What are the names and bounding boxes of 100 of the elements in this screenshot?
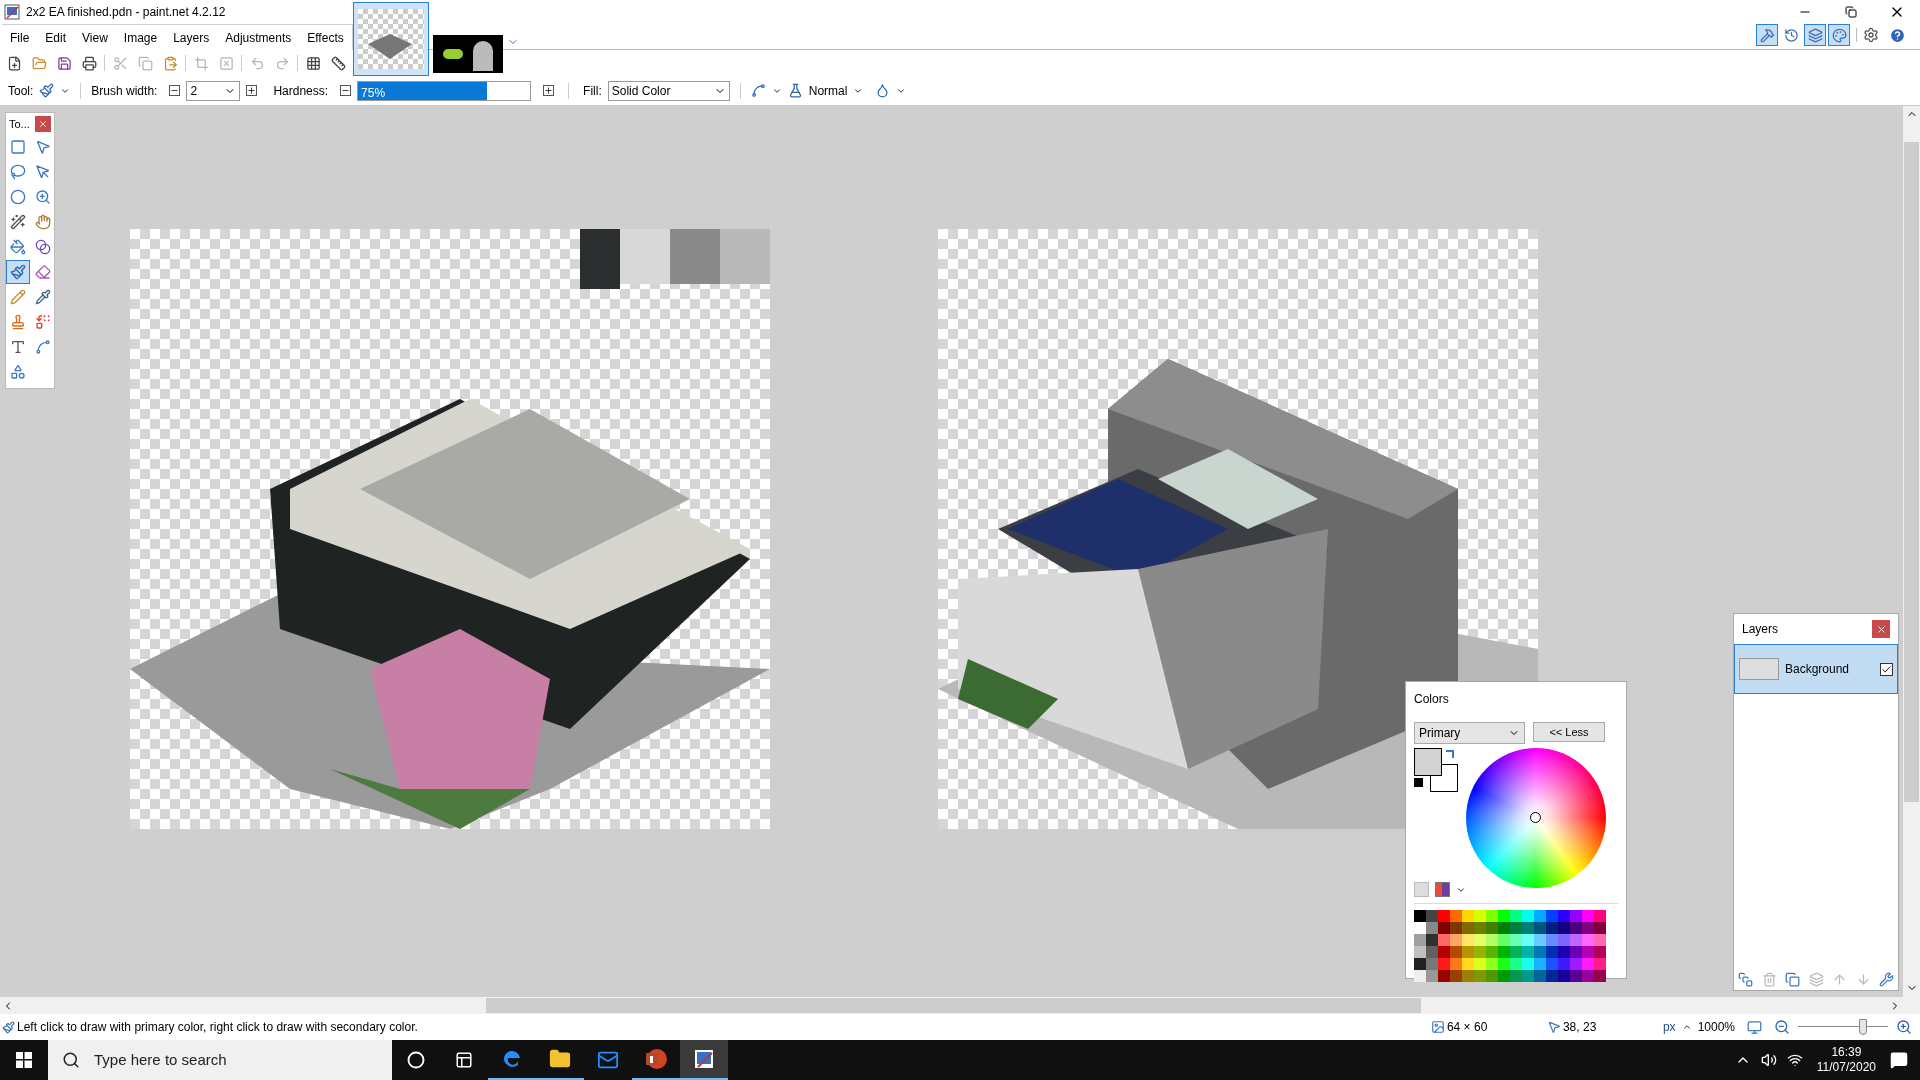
image-tab[interactable]	[433, 35, 503, 73]
visibility-checkbox[interactable]	[1880, 662, 1893, 676]
task-view-icon	[455, 1051, 473, 1069]
network-icon[interactable]	[1786, 1052, 1803, 1068]
menu-item[interactable]: Image	[115, 25, 166, 50]
decrease-icon[interactable]	[340, 85, 352, 96]
hardness-label: Hardness:	[273, 82, 329, 100]
close-button[interactable]	[1872, 620, 1890, 638]
outline-pointer-icon	[34, 164, 51, 180]
crop-icon	[193, 55, 209, 71]
move-pointer-icon	[34, 139, 51, 155]
zoom-slider-thumb[interactable]	[1858, 1019, 1867, 1035]
deselect-icon	[218, 55, 234, 71]
increase-icon[interactable]	[246, 85, 258, 96]
notifications-icon[interactable]	[1890, 1051, 1908, 1069]
taskbar-search-field[interactable]: Type here to search	[48, 1040, 392, 1080]
help-icon[interactable]	[1889, 26, 1906, 44]
horizontal-scrollbar[interactable]	[0, 997, 1903, 1014]
zoom-icon	[34, 189, 51, 205]
pixel-art-canvas[interactable]	[130, 229, 770, 829]
curve-icon	[34, 339, 51, 355]
menu-item[interactable]: Edit	[37, 25, 75, 50]
zoom-out-icon[interactable]	[1774, 1019, 1790, 1035]
taskbar-clock[interactable]: 16:39 11/07/2020	[1816, 1045, 1876, 1075]
zoom-in-icon[interactable]	[1896, 1019, 1912, 1035]
taskbar-app[interactable]	[680, 1040, 728, 1080]
panel-title: Layers	[1742, 621, 1779, 638]
panel-title: Colors	[1414, 691, 1450, 708]
volume-icon[interactable]	[1760, 1052, 1777, 1068]
recolor-icon	[34, 314, 51, 330]
menu-item[interactable]: Adjustments	[217, 25, 300, 50]
status-hint: Left click to draw with primary color, right click to draw with secondary color.	[17, 1019, 418, 1036]
lasso-icon	[10, 164, 26, 180]
mail-icon	[597, 1049, 619, 1071]
hardness-slider-field[interactable]: 75%	[357, 80, 532, 101]
text-icon	[10, 339, 26, 355]
menu-item[interactable]: View	[74, 25, 116, 50]
duplicate-layer-icon[interactable]	[1785, 971, 1800, 987]
shapes-icon	[10, 364, 26, 380]
layer-thumbnail	[1739, 658, 1779, 680]
primary-color-swatch[interactable]	[1414, 748, 1442, 776]
pixel-art-canvas[interactable]	[938, 229, 1538, 829]
close-button[interactable]	[35, 116, 51, 132]
palette-icon	[1831, 27, 1847, 43]
brush-width-field[interactable]: 2	[186, 80, 241, 101]
flask-icon[interactable]	[787, 83, 803, 98]
folder-icon	[549, 1048, 571, 1070]
pencil-icon	[10, 289, 26, 305]
layers-icon	[1807, 27, 1823, 43]
zoom-slider[interactable]	[1798, 1019, 1888, 1035]
image-size-icon	[1430, 1020, 1445, 1034]
zoom-level[interactable]: 1000%	[1697, 1018, 1735, 1036]
app-icon	[4, 4, 20, 20]
vertical-scrollbar[interactable]	[1903, 106, 1920, 1014]
grid-icon	[305, 55, 321, 71]
fit-window-icon[interactable]	[1747, 1019, 1762, 1035]
history-icon	[1783, 27, 1799, 43]
panel-toggle[interactable]	[1804, 24, 1826, 46]
add-layer-icon[interactable]	[1738, 971, 1753, 987]
paste-icon	[162, 55, 178, 71]
brush-width-label: Brush width:	[91, 82, 158, 100]
properties-icon[interactable]	[1879, 971, 1894, 987]
layer-name: Background	[1785, 661, 1851, 678]
color-mode-dropdown[interactable]: Primary	[1414, 722, 1525, 744]
increase-icon[interactable]	[543, 85, 555, 96]
layer-row[interactable]: Background	[1734, 644, 1898, 694]
blend-mode[interactable]: Normal	[808, 81, 848, 100]
less-button[interactable]: << Less	[1533, 722, 1605, 742]
decrease-icon[interactable]	[169, 85, 181, 96]
units-dropdown[interactable]: px	[1662, 1018, 1676, 1036]
caret-icon[interactable]	[1681, 1022, 1692, 1032]
cortana-circle-icon	[407, 1051, 425, 1069]
paintbrush-icon	[10, 264, 26, 280]
restore-icon	[1845, 6, 1857, 18]
default-colors-icon[interactable]	[1414, 778, 1423, 787]
cursor-position: 38, 23	[1562, 1019, 1598, 1036]
fill-label: Fill:	[583, 82, 602, 100]
panel-toggle[interactable]	[1828, 24, 1850, 46]
swap-colors-icon[interactable]	[1446, 750, 1454, 758]
scissors-icon	[112, 55, 128, 71]
menu-item[interactable]: File	[2, 25, 38, 50]
fill-dropdown[interactable]: Solid Color	[607, 80, 730, 101]
add-color-icon[interactable]	[1414, 882, 1429, 897]
panel-title: To...	[9, 116, 30, 132]
open-folder-icon	[31, 55, 47, 71]
menu-item[interactable]: Effects	[299, 25, 352, 50]
rectangle-select-icon	[10, 139, 26, 155]
paint-app-icon	[692, 1047, 716, 1071]
settings-icon[interactable]	[1863, 27, 1879, 43]
ruler-icon	[330, 55, 346, 71]
antialiasing-icon[interactable]	[750, 83, 766, 98]
close-icon	[1875, 623, 1887, 635]
building-thumbnail	[358, 9, 424, 69]
tool-button[interactable]	[6, 260, 30, 284]
windows-logo-icon	[16, 1052, 32, 1068]
paintbrush-icon[interactable]	[39, 83, 55, 98]
panel-toggle[interactable]	[1756, 24, 1778, 46]
cursor-position-icon	[1546, 1020, 1561, 1034]
undo-icon	[249, 55, 265, 71]
menu-item[interactable]: Layers	[165, 25, 218, 50]
